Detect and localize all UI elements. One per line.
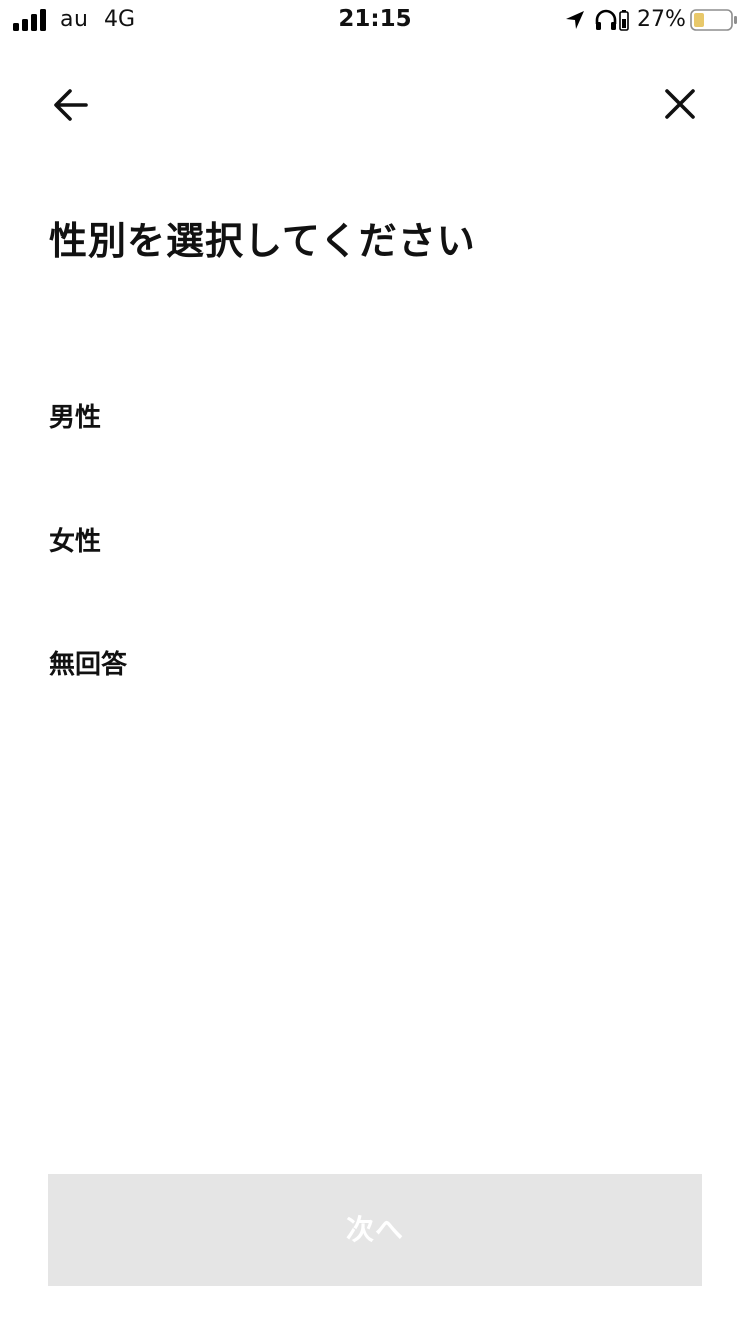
arrow-left-icon xyxy=(54,89,88,121)
option-label: 男性 xyxy=(49,403,102,433)
status-bar: au 4G 21:15 27% xyxy=(0,0,750,40)
back-button[interactable] xyxy=(48,82,94,128)
battery-icon xyxy=(690,9,737,31)
option-no-answer[interactable]: 無回答 xyxy=(48,622,702,702)
next-button[interactable]: 次へ xyxy=(48,1174,702,1286)
headphones-icon xyxy=(595,9,617,30)
battery-percent: 27% xyxy=(637,7,686,32)
close-icon xyxy=(665,89,695,119)
location-icon xyxy=(566,11,584,29)
close-button[interactable] xyxy=(658,82,702,126)
option-label: 無回答 xyxy=(49,650,128,680)
page-title: 性別を選択してください xyxy=(49,219,476,263)
charging-icon xyxy=(619,10,629,31)
option-label: 女性 xyxy=(49,527,102,557)
option-female[interactable]: 女性 xyxy=(48,499,702,579)
option-male[interactable]: 男性 xyxy=(48,375,702,455)
